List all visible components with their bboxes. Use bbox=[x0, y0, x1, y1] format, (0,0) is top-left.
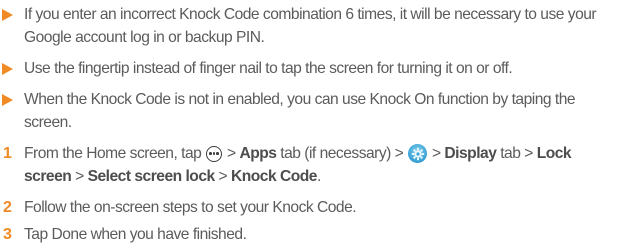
triangle-bullet-icon bbox=[2, 9, 13, 21]
step-text-part: . bbox=[316, 168, 321, 185]
note-text: Google account log in or backup PIN. bbox=[24, 29, 265, 46]
step-text-part: tab (if necessary) > bbox=[276, 145, 408, 162]
apps-icon bbox=[206, 146, 223, 162]
separator: > bbox=[428, 145, 445, 162]
document-page: If you enter an incorrect Knock Code com… bbox=[0, 0, 617, 247]
step-text: Follow the on-screen steps to set your K… bbox=[24, 199, 357, 216]
step-number: 3 bbox=[3, 226, 12, 243]
triangle-bullet-icon bbox=[2, 63, 13, 75]
step-text-part: tab > bbox=[496, 145, 537, 162]
lock-screen-label: screen bbox=[24, 168, 72, 185]
triangle-bullet-icon bbox=[2, 94, 13, 106]
step-text: From the Home screen, tap > Apps tab (if… bbox=[24, 142, 572, 165]
step-number: 1 bbox=[3, 145, 12, 162]
lock-screen-label: Lock bbox=[536, 145, 572, 162]
note-text: screen. bbox=[24, 114, 72, 131]
separator: > bbox=[223, 145, 240, 162]
select-screen-lock-label: Select screen lock bbox=[87, 168, 216, 185]
step-number: 2 bbox=[3, 199, 12, 216]
knock-code-label: Knock Code bbox=[230, 168, 317, 185]
step-text-part: From the Home screen, tap bbox=[24, 145, 202, 162]
note-text: Use the fingertip instead of finger nail… bbox=[24, 60, 513, 77]
separator: > bbox=[214, 168, 231, 185]
gear-icon bbox=[408, 144, 428, 163]
apps-tab-label: Apps bbox=[239, 145, 277, 162]
display-tab-label: Display bbox=[444, 145, 497, 162]
separator: > bbox=[71, 168, 88, 185]
step-text: Tap Done when you have finished. bbox=[24, 226, 247, 243]
note-text: When the Knock Code is not in enabled, y… bbox=[24, 91, 576, 108]
note-text: If you enter an incorrect Knock Code com… bbox=[24, 6, 597, 23]
step-text: screen > Select screen lock > Knock Code… bbox=[24, 165, 321, 188]
